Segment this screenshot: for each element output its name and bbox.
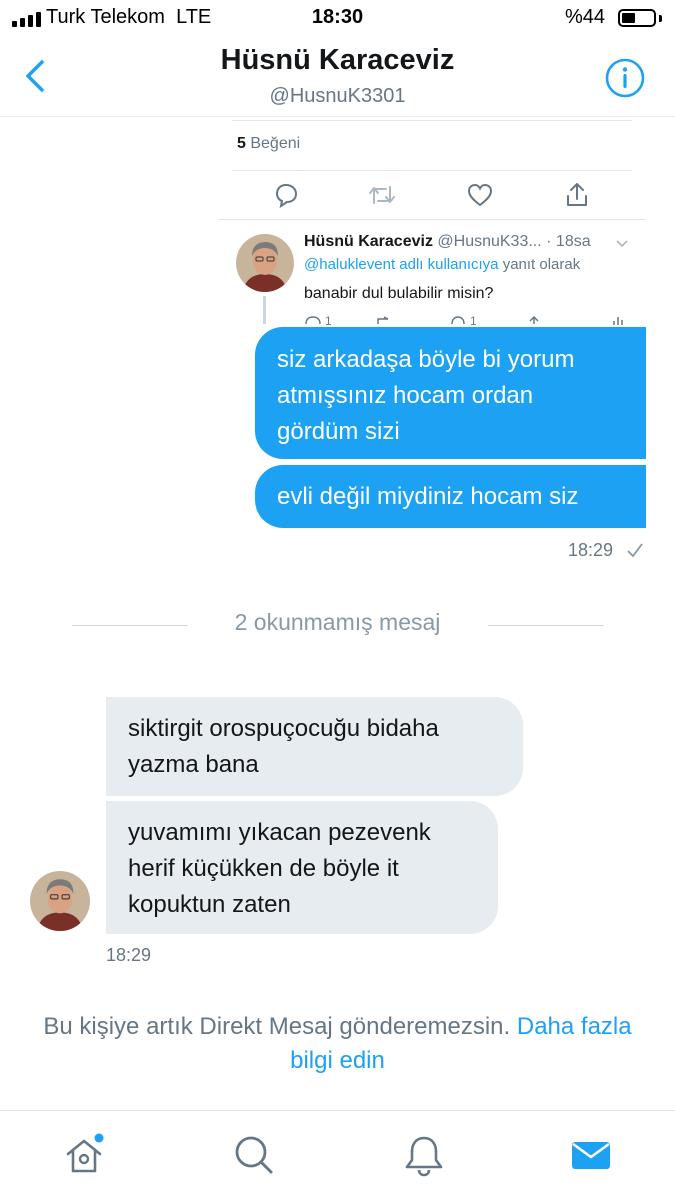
tab-home[interactable] bbox=[63, 1133, 107, 1177]
conversation-title[interactable]: Hüsnü Karaceviz bbox=[0, 44, 675, 77]
battery-tip bbox=[659, 15, 662, 22]
reply-context: @haluklevent adlı kullanıcıya yanıt olar… bbox=[304, 256, 581, 273]
like-icon bbox=[467, 183, 493, 207]
tweet-text: banabir dul bulabilir misin? bbox=[304, 285, 494, 302]
battery-percentage: %44 bbox=[565, 6, 606, 28]
sent-message[interactable]: siz arkadaşa böyle bi yorum atmışsınız h… bbox=[255, 327, 646, 459]
sender-avatar[interactable] bbox=[30, 871, 90, 931]
sent-timestamp: 18:29 bbox=[568, 540, 614, 560]
notification-dot bbox=[94, 1133, 104, 1143]
message-line: yuvamımı yıkacan pezevenk bbox=[128, 819, 431, 846]
message-line: atmışsınız hocam ordan bbox=[277, 382, 534, 409]
tweet-like-button[interactable] bbox=[466, 181, 494, 214]
messages-icon bbox=[572, 1142, 610, 1169]
avatar bbox=[30, 871, 90, 931]
sent-message[interactable]: evli değil miydiniz hocam siz bbox=[255, 465, 646, 528]
svg-text:1: 1 bbox=[470, 314, 477, 325]
received-timestamp: 18:29 bbox=[106, 945, 152, 965]
header-divider bbox=[0, 116, 675, 117]
conversation-handle[interactable]: @HusnuK3301 bbox=[0, 85, 675, 108]
unread-divider-line bbox=[488, 625, 604, 626]
message-line: herif küçükken de böyle it bbox=[128, 855, 399, 882]
received-message[interactable]: yuvamımı yıkacan pezevenk herif küçükken… bbox=[106, 801, 498, 934]
tweet-menu-button[interactable] bbox=[615, 236, 629, 254]
unread-divider: 2 okunmamış mesaj bbox=[234, 609, 441, 635]
tab-messages[interactable] bbox=[569, 1133, 613, 1177]
message-line: yazma bana bbox=[128, 751, 259, 778]
tab-search[interactable] bbox=[232, 1133, 276, 1177]
tweet-time: · 18sa bbox=[546, 233, 591, 250]
battery-icon bbox=[618, 9, 656, 27]
notifications-icon bbox=[405, 1136, 443, 1177]
tweet-handle: @HusnuK33... bbox=[437, 233, 542, 250]
likes-count[interactable]: 5 Beğeni bbox=[237, 135, 300, 153]
tweet-divider bbox=[232, 120, 632, 121]
tweet-divider bbox=[218, 219, 646, 220]
received-message[interactable]: siktirgit orospuçocuğu bidaha yazma bana bbox=[106, 697, 523, 796]
search-icon bbox=[235, 1136, 273, 1174]
tweet-reply-button[interactable] bbox=[272, 181, 300, 214]
status-bar: Turk Telekom LTE 18:30 %44 bbox=[0, 0, 675, 38]
tweet-divider bbox=[232, 170, 632, 171]
home-icon bbox=[66, 1133, 104, 1173]
avatar bbox=[236, 234, 294, 292]
dm-restriction-notice: Bu kişiye artık Direkt Mesaj gönderemezs… bbox=[43, 1013, 632, 1074]
tab-notifications[interactable] bbox=[402, 1133, 446, 1177]
tweet-action-row: 1 1 bbox=[300, 312, 630, 325]
message-line: gördüm sizi bbox=[277, 418, 400, 445]
info-button[interactable] bbox=[604, 57, 646, 104]
tweet-share-button[interactable] bbox=[563, 181, 591, 214]
tweet-retweet-button[interactable] bbox=[367, 181, 397, 214]
tab-bar-divider bbox=[0, 1110, 675, 1111]
mention-link[interactable]: @haluklevent adlı kullanıcıya bbox=[304, 256, 499, 273]
tweet-author[interactable]: Hüsnü Karaceviz @HusnuK33... · 18sa bbox=[304, 233, 591, 251]
reply-icon bbox=[275, 183, 298, 209]
retweet-icon bbox=[369, 186, 395, 204]
message-line: siktirgit orospuçocuğu bidaha bbox=[128, 715, 439, 742]
svg-text:1: 1 bbox=[325, 314, 332, 325]
message-line: kopuktun zaten bbox=[128, 891, 291, 918]
thread-line bbox=[263, 296, 266, 324]
chevron-down-icon bbox=[616, 240, 628, 248]
share-icon bbox=[567, 183, 587, 206]
message-line: siz arkadaşa böyle bi yorum bbox=[277, 346, 575, 373]
tweet-author-avatar[interactable] bbox=[236, 234, 294, 292]
message-line: evli değil miydiniz hocam siz bbox=[277, 483, 579, 510]
info-icon bbox=[605, 58, 645, 98]
read-check-icon bbox=[626, 540, 644, 565]
